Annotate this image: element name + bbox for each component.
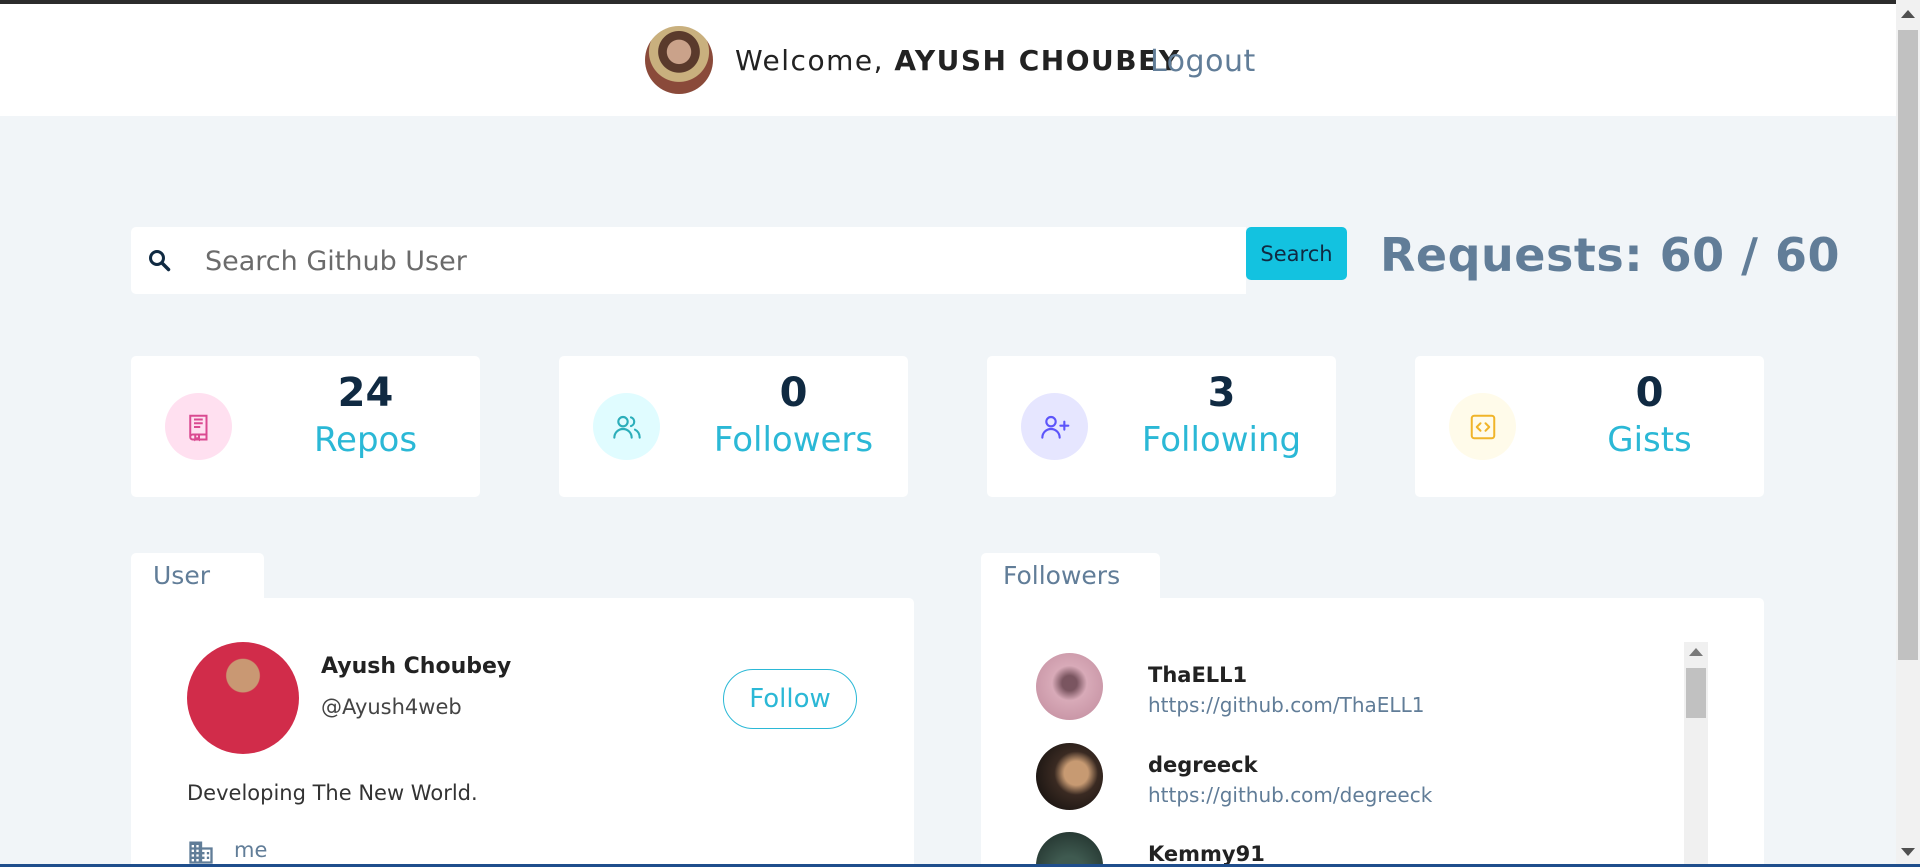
scroll-down-arrow-icon[interactable] xyxy=(1901,848,1915,856)
user-avatar xyxy=(187,642,299,754)
scrollbar-thumb[interactable] xyxy=(1686,668,1706,718)
user-panel: Ayush Choubey @Ayush4web Follow Developi… xyxy=(131,598,914,867)
user-plus-icon xyxy=(1021,393,1088,460)
stat-card-gists: 0 Gists xyxy=(1415,356,1764,497)
user-tab-label: User xyxy=(131,553,264,598)
user-bio: Developing The New World. xyxy=(187,781,478,805)
stat-card-following: 3 Following xyxy=(987,356,1336,497)
search-icon xyxy=(149,250,171,272)
follower-avatar xyxy=(1036,743,1103,810)
repo-book-icon xyxy=(165,393,232,460)
code-icon xyxy=(1449,393,1516,460)
follower-item[interactable]: Kemmy91 xyxy=(1036,832,1636,867)
follower-url[interactable]: https://github.com/ThaELL1 xyxy=(1148,693,1424,717)
followers-tab-label: Followers xyxy=(981,553,1160,598)
stat-label: Followers xyxy=(713,420,874,460)
logout-button[interactable]: Logout xyxy=(1150,44,1256,79)
page-scrollbar-thumb[interactable] xyxy=(1898,30,1918,660)
user-login: @Ayush4web xyxy=(321,695,462,719)
stat-card-followers: 0 Followers xyxy=(559,356,908,497)
stat-value: 24 xyxy=(337,370,394,416)
follower-avatar xyxy=(1036,653,1103,720)
scroll-up-arrow-icon[interactable] xyxy=(1901,10,1915,18)
followers-panel: ThaELL1 https://github.com/ThaELL1 degre… xyxy=(981,598,1764,867)
requests-counter: Requests: 60 / 60 xyxy=(1380,228,1841,282)
follower-avatar xyxy=(1036,832,1103,867)
welcome-user-name: AYUSH CHOUBEY xyxy=(894,44,1181,77)
follower-item[interactable]: degreeck https://github.com/degreeck xyxy=(1036,743,1636,818)
follower-item[interactable]: ThaELL1 https://github.com/ThaELL1 xyxy=(1036,653,1636,728)
user-company: me xyxy=(234,838,268,862)
stat-label: Following xyxy=(1141,420,1302,460)
user-full-name: Ayush Choubey xyxy=(321,654,512,679)
stat-value: 0 xyxy=(779,370,808,416)
follower-name: ThaELL1 xyxy=(1148,663,1248,687)
stat-label: Repos xyxy=(313,420,418,460)
scroll-up-arrow-icon[interactable] xyxy=(1689,648,1703,656)
stat-card-repos: 24 Repos xyxy=(131,356,480,497)
stat-value: 3 xyxy=(1207,370,1236,416)
follow-button[interactable]: Follow xyxy=(723,669,857,729)
page-scrollbar[interactable] xyxy=(1896,0,1920,867)
building-icon xyxy=(189,841,213,864)
users-icon xyxy=(593,393,660,460)
search-input[interactable] xyxy=(205,240,1205,282)
follower-name: degreeck xyxy=(1148,753,1258,777)
followers-list[interactable]: ThaELL1 https://github.com/ThaELL1 degre… xyxy=(981,598,1764,867)
welcome-prefix: Welcome, xyxy=(735,44,895,77)
stat-value: 0 xyxy=(1635,370,1664,416)
navbar: Welcome, AYUSH CHOUBEY Logout xyxy=(0,4,1896,116)
welcome-text: Welcome, AYUSH CHOUBEY xyxy=(735,44,1181,77)
nav-avatar xyxy=(645,26,713,94)
follower-url[interactable]: https://github.com/degreeck xyxy=(1148,783,1432,807)
followers-scrollbar[interactable] xyxy=(1684,642,1708,867)
search-button[interactable]: Search xyxy=(1246,227,1347,280)
follower-name: Kemmy91 xyxy=(1148,842,1265,866)
stat-label: Gists xyxy=(1607,420,1692,460)
